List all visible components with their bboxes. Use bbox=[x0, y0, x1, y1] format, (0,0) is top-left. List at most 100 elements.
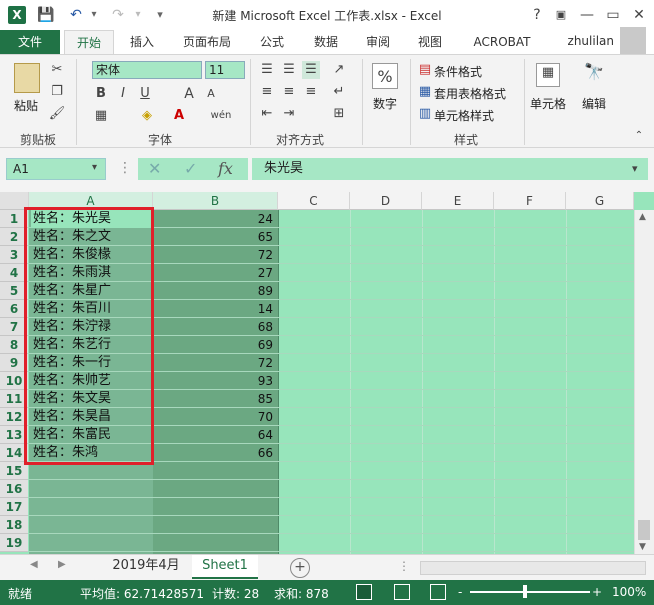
format-painter-icon[interactable]: 🖌 bbox=[48, 105, 66, 123]
bold-button[interactable]: B bbox=[92, 85, 110, 103]
normal-view-icon[interactable] bbox=[356, 584, 372, 600]
undo-dropdown-icon[interactable]: ▾ bbox=[84, 5, 104, 25]
prev-sheet-icon[interactable]: ◀ bbox=[30, 559, 38, 570]
formula-input[interactable]: 朱光昊 bbox=[252, 158, 648, 180]
column-header-f[interactable]: F bbox=[494, 192, 566, 210]
cell-b[interactable]: 66 bbox=[153, 444, 275, 462]
cell-styles-button[interactable]: 单元格样式 bbox=[434, 107, 494, 124]
font-name-select[interactable]: 宋体 bbox=[92, 61, 202, 79]
column-header-c[interactable]: C bbox=[278, 192, 350, 210]
cell-b[interactable]: 85 bbox=[153, 390, 275, 408]
cell-b[interactable] bbox=[153, 534, 275, 552]
conditional-formatting-button[interactable]: 条件格式 bbox=[434, 63, 482, 80]
next-sheet-icon[interactable]: ▶ bbox=[58, 559, 66, 570]
sheet-tab-sheet1[interactable]: Sheet1 bbox=[192, 555, 258, 579]
redo-icon[interactable]: ↷ bbox=[108, 5, 128, 25]
editing-button[interactable]: 编辑 bbox=[574, 95, 614, 112]
add-sheet-button[interactable]: + bbox=[290, 558, 310, 578]
row-header[interactable]: 17 bbox=[0, 498, 28, 516]
name-box-dropdown-icon[interactable]: ▾ bbox=[92, 162, 97, 173]
cell-a[interactable] bbox=[31, 534, 153, 552]
cell-b[interactable]: 65 bbox=[153, 228, 275, 246]
undo-icon[interactable]: ↶ bbox=[66, 5, 86, 25]
cell-b[interactable]: 27 bbox=[153, 264, 275, 282]
zoom-in-button[interactable]: + bbox=[592, 585, 602, 599]
wrap-text-icon[interactable]: ↵ bbox=[330, 83, 348, 101]
cut-icon[interactable]: ✂ bbox=[48, 61, 66, 79]
confirm-icon[interactable]: ✓ bbox=[184, 158, 197, 180]
cell-b[interactable]: 69 bbox=[153, 336, 275, 354]
tab-review[interactable]: 审阅 bbox=[356, 30, 400, 54]
help-button[interactable]: ? bbox=[524, 4, 550, 26]
paste-button[interactable]: 粘贴 bbox=[8, 97, 44, 114]
orientation-icon[interactable]: ↗ bbox=[330, 61, 348, 79]
cell-b[interactable]: 64 bbox=[153, 426, 275, 444]
cell-b[interactable] bbox=[153, 462, 275, 480]
close-button[interactable]: ✕ bbox=[626, 4, 652, 26]
italic-button[interactable]: I bbox=[114, 85, 132, 103]
cell-b[interactable]: 72 bbox=[153, 354, 275, 372]
cell-styles-icon[interactable]: ▥ bbox=[416, 105, 434, 123]
horizontal-scrollbar[interactable] bbox=[420, 561, 646, 575]
increase-indent-icon[interactable]: ⇥ bbox=[280, 105, 298, 123]
tab-insert[interactable]: 插入 bbox=[118, 30, 166, 54]
align-right-icon[interactable]: ≡ bbox=[302, 83, 320, 101]
cell-b[interactable] bbox=[153, 480, 275, 498]
conditional-formatting-icon[interactable]: ▤ bbox=[416, 61, 434, 79]
decrease-indent-icon[interactable]: ⇤ bbox=[258, 105, 276, 123]
font-shrink-icon[interactable]: A bbox=[202, 85, 220, 103]
avatar[interactable] bbox=[620, 27, 646, 54]
save-icon[interactable]: 💾 bbox=[36, 5, 56, 25]
cell-a[interactable] bbox=[31, 498, 153, 516]
tab-view[interactable]: 视图 bbox=[406, 30, 454, 54]
borders-icon[interactable]: ▦ bbox=[92, 107, 110, 125]
column-header-d[interactable]: D bbox=[350, 192, 422, 210]
scroll-up-icon[interactable]: ▲ bbox=[639, 212, 646, 222]
column-header-b[interactable]: B bbox=[153, 192, 278, 210]
minimize-button[interactable]: — bbox=[574, 4, 600, 26]
fill-color-icon[interactable]: ◈ bbox=[138, 107, 156, 125]
zoom-slider[interactable] bbox=[470, 591, 590, 593]
underline-button[interactable]: U bbox=[136, 85, 154, 103]
worksheet-grid[interactable]: A B C D E F G 1 姓名：朱光昊 24 2 姓名：朱之文 65 3 姓名：朱俊椽 7… bbox=[0, 192, 654, 554]
restore-button[interactable]: ▭ bbox=[600, 4, 626, 26]
phonetic-guide-icon[interactable]: wén bbox=[208, 107, 234, 125]
expand-formula-bar-icon[interactable]: ▾ bbox=[632, 162, 638, 175]
cell-b[interactable]: 14 bbox=[153, 300, 275, 318]
font-grow-icon[interactable]: A bbox=[180, 85, 198, 103]
cell-b[interactable]: 70 bbox=[153, 408, 275, 426]
align-center-icon[interactable]: ≡ bbox=[280, 83, 298, 101]
scroll-down-icon[interactable]: ▼ bbox=[639, 542, 646, 552]
binoculars-icon[interactable]: 🔭 bbox=[582, 63, 606, 87]
row-header[interactable]: 19 bbox=[0, 534, 28, 552]
vertical-scrollbar[interactable]: ▲ ▼ bbox=[634, 210, 654, 554]
copy-icon[interactable]: ❐ bbox=[48, 83, 66, 101]
cell-b[interactable]: 24 bbox=[153, 210, 275, 228]
cell-a[interactable] bbox=[31, 516, 153, 534]
page-break-view-icon[interactable] bbox=[430, 584, 446, 600]
zoom-out-button[interactable]: - bbox=[458, 585, 462, 599]
number-button[interactable]: 数字 bbox=[366, 95, 404, 112]
percent-icon[interactable]: % bbox=[372, 63, 398, 89]
insert-function-icon[interactable]: fx bbox=[218, 158, 233, 180]
cell-b[interactable]: 68 bbox=[153, 318, 275, 336]
tab-page-layout[interactable]: 页面布局 bbox=[172, 30, 242, 54]
sheet-tab-2019-april[interactable]: 2019年4月 bbox=[102, 555, 190, 579]
cell-b[interactable] bbox=[153, 516, 275, 534]
font-color-icon[interactable]: A bbox=[170, 107, 188, 125]
tab-acrobat[interactable]: ACROBAT bbox=[464, 30, 540, 54]
format-as-table-icon[interactable]: ▦ bbox=[416, 83, 434, 101]
row-header[interactable]: 18 bbox=[0, 516, 28, 534]
paste-icon[interactable] bbox=[14, 63, 40, 93]
redo-dropdown-icon[interactable]: ▾ bbox=[128, 5, 148, 25]
column-header-e[interactable]: E bbox=[422, 192, 494, 210]
cells-button[interactable]: 单元格 bbox=[528, 95, 568, 112]
zoom-level[interactable]: 100% bbox=[612, 585, 646, 599]
row-header[interactable]: 16 bbox=[0, 480, 28, 498]
align-left-icon[interactable]: ≡ bbox=[258, 83, 276, 101]
name-box[interactable]: A1 bbox=[6, 158, 106, 180]
collapse-ribbon-icon[interactable]: ⌃ bbox=[630, 127, 648, 145]
format-as-table-button[interactable]: 套用表格格式 bbox=[434, 85, 506, 102]
align-top-icon[interactable]: ☰ bbox=[258, 61, 276, 79]
customize-qat-icon[interactable]: ▾ bbox=[150, 5, 170, 25]
